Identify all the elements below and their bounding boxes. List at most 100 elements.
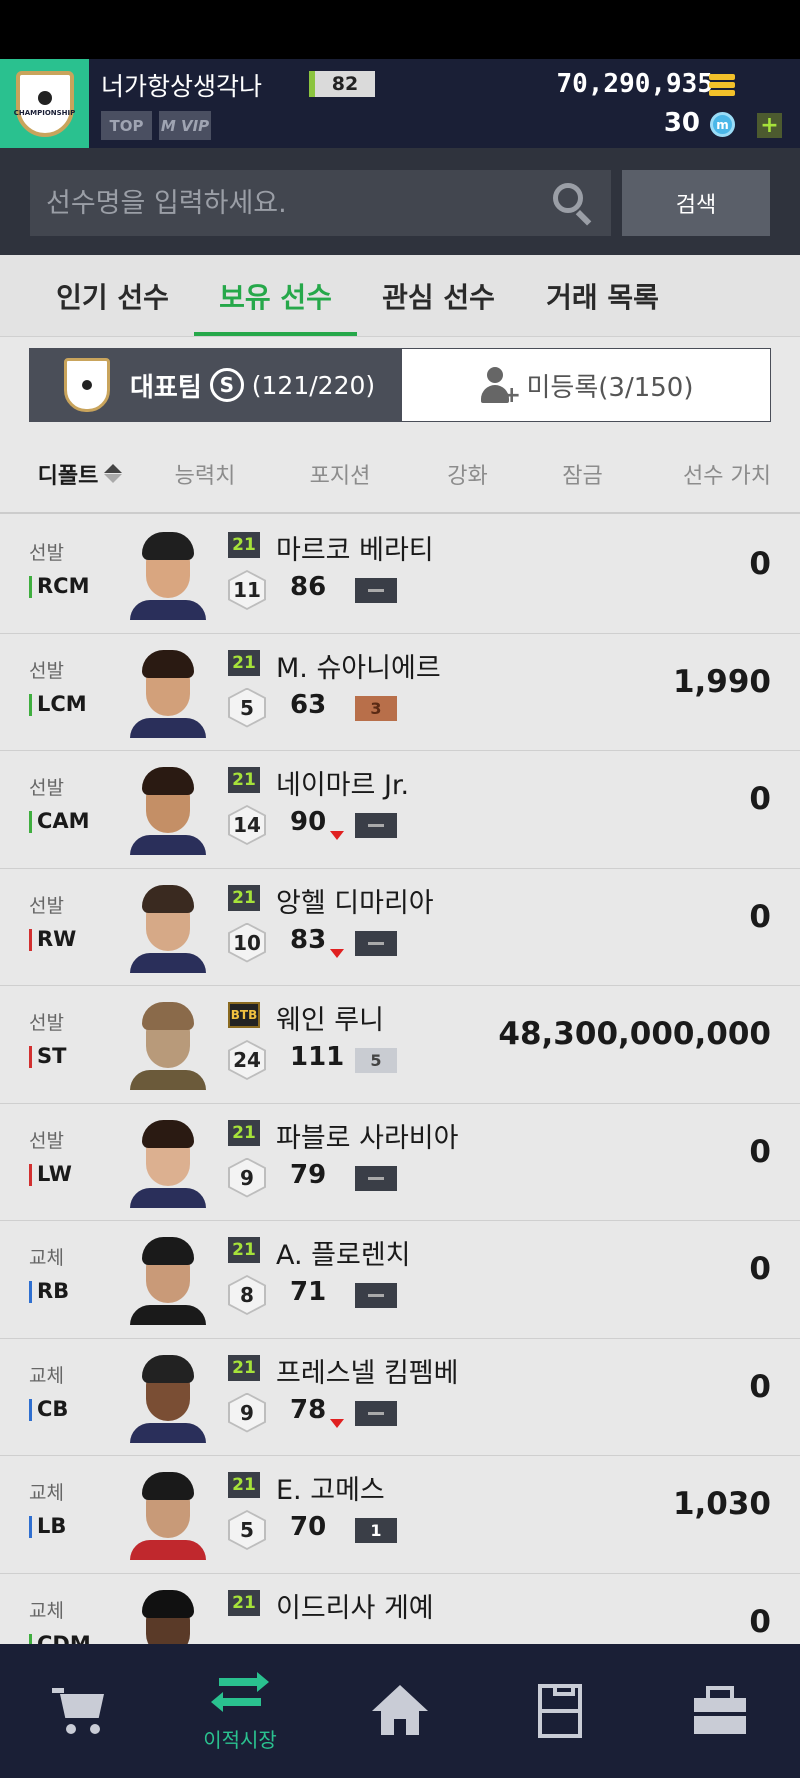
enhance-level	[355, 1400, 397, 1426]
season-badge: 21	[228, 767, 260, 793]
coin-balance: 70,290,935	[556, 69, 713, 99]
s-badge-icon: S	[209, 368, 244, 402]
sort-enhance[interactable]: 강화	[410, 434, 525, 514]
player-row[interactable]: 교체 CDM 21 이드리사 게예 0	[0, 1573, 800, 1644]
grade-hexagon: 5	[228, 687, 266, 728]
add-person-icon: +	[479, 365, 521, 407]
player-position: RB	[29, 1279, 69, 1303]
transfer-icon	[211, 1670, 269, 1714]
add-currency-button[interactable]: +	[757, 113, 782, 138]
player-name: 앙헬 디마리아	[276, 887, 434, 919]
player-overall: 90	[290, 807, 327, 837]
player-row[interactable]: 교체 CB 21 프레스넬 킴펨베 9 78 0	[0, 1338, 800, 1456]
sort-default[interactable]: 디폴트	[20, 434, 140, 514]
player-row[interactable]: 선발 RCM 21 마르코 베라티 11 86 0	[0, 516, 800, 634]
nav-transfer-market[interactable]: 이적시장	[160, 1644, 320, 1778]
player-role: 교체	[29, 1482, 64, 1504]
player-value: 0	[749, 1368, 771, 1405]
player-overall: 71	[290, 1277, 327, 1307]
season-badge: BTB	[228, 1002, 260, 1028]
app-root: CHAMPIONSHIP 너가항상생각나 82 TOP M VIP 70,290…	[0, 0, 800, 1778]
grade-hexagon: 5	[228, 1510, 266, 1550]
sort-ability[interactable]: 능력치	[140, 434, 270, 514]
player-portrait	[130, 648, 206, 738]
level-badge: 82	[309, 71, 375, 97]
season-badge: 21	[228, 1354, 260, 1381]
tab-trade-history[interactable]: 거래 목록	[520, 255, 685, 337]
player-row[interactable]: 교체 RB 21 A. 플로렌치 8 71 0	[0, 1221, 800, 1339]
nav-shop[interactable]	[0, 1644, 160, 1778]
season-badge: 21	[228, 532, 260, 558]
player-portrait	[130, 1470, 206, 1560]
nav-inventory[interactable]	[640, 1644, 800, 1778]
player-portrait	[130, 1000, 206, 1090]
championship-logo[interactable]: CHAMPIONSHIP	[0, 59, 89, 148]
gem-icon: m	[710, 112, 735, 137]
nav-squad[interactable]	[480, 1644, 640, 1778]
player-overall: 86	[290, 572, 327, 602]
player-row[interactable]: 선발 CAM 21 네이마르 Jr. 14 90 0	[0, 751, 800, 869]
player-position: CAM	[29, 809, 90, 833]
form-down-icon	[330, 831, 344, 840]
search-icon[interactable]	[551, 181, 595, 226]
player-role: 선발	[29, 542, 64, 564]
player-value: 0	[749, 1133, 771, 1170]
player-row[interactable]: 선발 ST BTB 웨인 루니 24 111 5 48,300,000,000	[0, 986, 800, 1104]
player-tabs: 인기 선수 보유 선수 관심 선수 거래 목록	[0, 255, 800, 337]
player-row[interactable]: 선발 LW 21 파블로 사라비아 9 79 0	[0, 1103, 800, 1221]
player-name: 마르코 베라티	[276, 535, 434, 566]
sort-value[interactable]: 선수 가치	[640, 434, 800, 514]
player-value: 1,990	[672, 663, 771, 700]
player-portrait	[130, 1353, 206, 1443]
player-portrait	[130, 1118, 206, 1208]
player-row[interactable]: 교체 LB 21 E. 고메스 5 70 1 1,030	[0, 1456, 800, 1574]
form-down-icon	[330, 1418, 344, 1428]
enhance-level	[355, 813, 397, 838]
gem-balance: 30	[663, 108, 700, 138]
player-name: A. 플로렌치	[276, 1240, 411, 1271]
tab-popular[interactable]: 인기 선수	[30, 255, 195, 337]
player-row[interactable]: 선발 RW 21 앙헬 디마리아 10 83 0	[0, 868, 800, 986]
sort-lock[interactable]: 잠금	[525, 434, 640, 514]
sort-position[interactable]: 포지션	[275, 434, 405, 514]
season-badge: 21	[228, 1237, 260, 1263]
enhance-level: 1	[355, 1518, 397, 1543]
player-overall: 78	[290, 1394, 327, 1425]
search-button[interactable]: 검색	[622, 170, 770, 236]
nav-transfer-label: 이적시장	[203, 1727, 277, 1752]
season-badge: 21	[228, 884, 260, 911]
search-input[interactable]	[30, 170, 611, 236]
coin-icon	[709, 74, 735, 96]
tab-owned[interactable]: 보유 선수	[194, 255, 357, 337]
player-portrait	[130, 1588, 206, 1644]
segment-team[interactable]: 대표팀 S (121/220)	[30, 349, 402, 421]
player-overall: 70	[290, 1512, 327, 1542]
player-role: 선발	[29, 777, 64, 799]
player-portrait	[130, 883, 206, 973]
player-name: 웨인 루니	[276, 1005, 384, 1036]
tab-watchlist[interactable]: 관심 선수	[357, 255, 520, 337]
enhance-level	[355, 1283, 397, 1308]
player-value: 48,300,000,000	[498, 1016, 771, 1052]
player-name: M. 슈아니에르	[276, 652, 441, 684]
player-portrait	[130, 765, 206, 855]
enhance-level	[355, 1165, 397, 1191]
championship-shield-icon: CHAMPIONSHIP	[14, 70, 75, 137]
grade-hexagon: 14	[228, 805, 266, 845]
player-name: E. 고메스	[276, 1475, 385, 1506]
player-overall: 83	[290, 924, 327, 955]
team-label: 대표팀	[130, 372, 202, 403]
player-role: 선발	[29, 1012, 64, 1034]
player-overall: 63	[290, 689, 327, 720]
player-row[interactable]: 선발 LCM 21 M. 슈아니에르 5 63 3 1,990	[0, 633, 800, 751]
player-portrait	[130, 1235, 206, 1325]
segment-unregistered[interactable]: + 미등록(3/150)	[402, 349, 770, 421]
profile-header: CHAMPIONSHIP 너가항상생각나 82 TOP M VIP 70,290…	[0, 59, 800, 148]
player-name: 파블로 사라비아	[276, 1122, 459, 1154]
nav-home[interactable]	[320, 1644, 480, 1778]
grade-hexagon: 11	[228, 570, 266, 610]
locker-icon	[694, 1686, 746, 1736]
team-count: (121/220)	[251, 370, 376, 400]
grade-hexagon: 24	[228, 1040, 266, 1080]
player-role: 교체	[29, 1599, 64, 1622]
